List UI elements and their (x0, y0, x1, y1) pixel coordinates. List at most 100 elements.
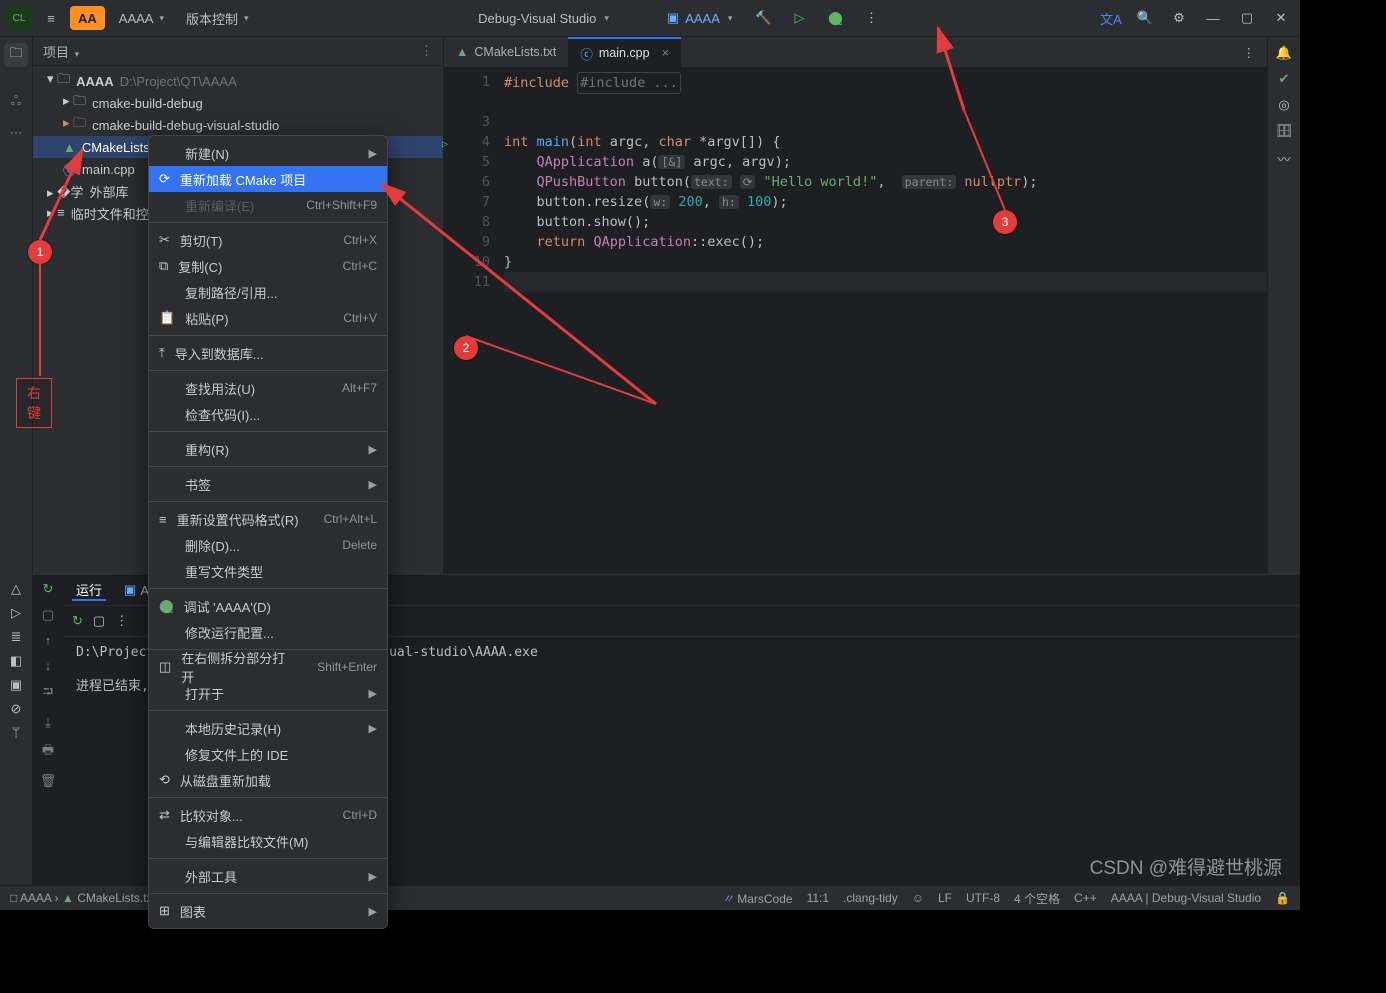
context-menu: 新建(N)▶ ⟳重新加载 CMake 项目 重新编译(E)Ctrl+Shift+… (148, 135, 388, 929)
down-icon[interactable]: ↓ (45, 658, 52, 673)
trash-icon[interactable]: 🗑 (40, 773, 57, 789)
root-name: AAAA (76, 74, 114, 89)
vcs-selector[interactable]: 版本控制▾ (178, 6, 257, 30)
hamburger-icon[interactable]: ≡ (38, 5, 64, 31)
menu-copy-path[interactable]: 复制路径/引用... (149, 279, 387, 305)
tree-label: cmake-build-debug (92, 96, 203, 111)
menu-reload-disk[interactable]: ⟲从磁盘重新加载 (149, 767, 387, 793)
menu-override[interactable]: 重写文件类型 (149, 558, 387, 584)
menu-bookmarks[interactable]: 书签▶ (149, 471, 387, 497)
menu-compare[interactable]: ⇄比较对象...Ctrl+D (149, 802, 387, 828)
indent[interactable]: 4 个空格 (1014, 890, 1060, 907)
menu-import-db[interactable]: ⤒导入到数据库... (149, 340, 387, 366)
inspection-ok-icon: ✔ (1279, 71, 1290, 87)
tab-cmakelists[interactable]: ▲CMakeLists.txt (444, 37, 568, 67)
wrap-icon[interactable]: ⮒ (43, 683, 53, 705)
menu-recompile: 重新编译(E)Ctrl+Shift+F9 (149, 192, 387, 218)
print-icon[interactable]: 🖶 (42, 741, 54, 763)
titlebar: CL ≡ AA AAAA▾ 版本控制▾ Debug-Visual Studio▾… (0, 0, 1300, 37)
run-tab-run[interactable]: 运行 (72, 580, 106, 601)
fold-include[interactable]: #include ... (577, 72, 681, 94)
encoding[interactable]: UTF-8 (966, 891, 1000, 905)
rerun-icon[interactable]: ↻ (43, 581, 54, 597)
tab-label: main.cpp (599, 46, 650, 60)
lock-icon[interactable]: 🔒 (1275, 891, 1290, 905)
inspect-icon[interactable]: ☺ (912, 891, 924, 905)
marscode-label[interactable]: 〃 MarsCode (722, 890, 793, 907)
settings-icon[interactable]: ⚙ (1166, 5, 1192, 31)
gutter: 1 3 ▷4 567891011 (444, 68, 498, 574)
up-icon[interactable]: ↑ (45, 633, 52, 648)
menu-compare-editor[interactable]: 与编辑器比较文件(M) (149, 828, 387, 854)
tab-main[interactable]: ⓒmain.cpp× (568, 37, 681, 67)
problems-icon[interactable]: ⊘ (11, 701, 22, 717)
tree-root[interactable]: ▾ 🗀AAAA D:\Project\QT\AAAA (33, 70, 443, 92)
list-icon[interactable]: ≣ (11, 629, 22, 645)
more2-icon[interactable]: ⋮ (115, 613, 128, 629)
rerun2-icon[interactable]: ↻ (72, 613, 83, 629)
translate-icon[interactable]: 文A (1098, 5, 1124, 31)
menu-edit-run[interactable]: 修改运行配置... (149, 619, 387, 645)
menu-refactor[interactable]: 重构(R)▶ (149, 436, 387, 462)
run-config-selector[interactable]: Debug-Visual Studio▾ (470, 6, 617, 30)
menu-diagrams[interactable]: ⊞图表▶ (149, 898, 387, 924)
terminal-icon[interactable]: ▣ (10, 677, 22, 693)
lang[interactable]: C++ (1074, 891, 1097, 905)
wave-icon[interactable]: 〰 (1277, 149, 1290, 168)
close-icon[interactable]: ✕ (1268, 5, 1294, 31)
menu-reformat[interactable]: ≡重新设置代码格式(R)Ctrl+Alt+L (149, 506, 387, 532)
breadcrumb[interactable]: □ AAAA › ▲ CMakeLists.txt (10, 891, 156, 905)
menu-delete[interactable]: 删除(D)...Delete (149, 532, 387, 558)
cmake-icon[interactable]: △ (11, 581, 21, 597)
run-icon[interactable]: ▷ (786, 5, 812, 31)
menu-find-usages[interactable]: 查找用法(U)Alt+F7 (149, 375, 387, 401)
build-icon[interactable]: 🔨 (750, 5, 776, 31)
project-name: AAAA (119, 11, 154, 26)
project-selector[interactable]: AAAA▾ (111, 6, 172, 30)
more-icon[interactable]: ⋮ (858, 5, 884, 31)
root-path: D:\Project\QT\AAAA (120, 74, 237, 89)
tree-item[interactable]: ▸ 🗀cmake-build-debug-visual-studio (33, 114, 443, 136)
menu-cut[interactable]: ✂剪切(T)Ctrl+X (149, 227, 387, 253)
context[interactable]: AAAA | Debug-Visual Studio (1111, 891, 1261, 905)
todo-icon[interactable]: ◧ (10, 653, 22, 669)
maximize-icon[interactable]: ▢ (1234, 5, 1260, 31)
menu-reload-cmake[interactable]: ⟳重新加载 CMake 项目 (149, 166, 387, 192)
git-icon[interactable]: ᛘ (12, 725, 20, 740)
line-ending[interactable]: LF (938, 891, 952, 905)
menu-copy[interactable]: ⧉复制(C)Ctrl+C (149, 253, 387, 279)
tree-item[interactable]: ▸ 🗀cmake-build-debug (33, 92, 443, 114)
run-tool-icon[interactable]: ▷ (11, 605, 21, 621)
more-tool-icon[interactable]: ⋯ (4, 121, 28, 145)
project-tool-icon[interactable]: 🗀 (4, 43, 28, 67)
menu-inspect[interactable]: 检查代码(I)... (149, 401, 387, 427)
target-selector[interactable]: ▣ AAAA▾ (659, 6, 741, 30)
target-label: AAAA (685, 11, 720, 26)
menu-open-right[interactable]: ◫在右侧拆分部分打开Shift+Enter (149, 654, 387, 680)
caret-pos[interactable]: 11:1 (807, 891, 829, 905)
menu-debug[interactable]: ⬤̫调试 'AAAA'(D) (149, 593, 387, 619)
scroll-icon[interactable]: ⤓ (45, 715, 51, 731)
menu-ext-tools[interactable]: 外部工具▶ (149, 863, 387, 889)
stop2-icon[interactable]: ▢ (93, 613, 105, 629)
menu-local-history[interactable]: 本地历史记录(H)▶ (149, 715, 387, 741)
debug-icon[interactable]: ⬤̫ (822, 5, 848, 31)
menu-new[interactable]: 新建(N)▶ (149, 140, 387, 166)
tree-label: cmake-build-debug-visual-studio (92, 118, 279, 133)
project-badge[interactable]: AA (70, 6, 105, 30)
ai-icon[interactable]: ◎ (1278, 97, 1289, 113)
stop-icon[interactable]: ▢ (42, 607, 54, 623)
db-icon[interactable]: 🗄 (1276, 123, 1293, 139)
tab-label: CMakeLists.txt (474, 45, 556, 59)
app-icon[interactable]: CL (6, 5, 32, 31)
code-editor[interactable]: 1 3 ▷4 567891011 #include #include ... i… (444, 68, 1267, 574)
search-icon[interactable]: 🔍 (1132, 5, 1158, 31)
tab-more-icon[interactable]: ⋮ (1231, 37, 1268, 67)
minimize-icon[interactable]: — (1200, 5, 1226, 31)
menu-paste[interactable]: 📋粘贴(P)Ctrl+V (149, 305, 387, 331)
notifications-icon[interactable]: 🔔 (1276, 45, 1292, 61)
right-tool-stripe: 🔔 ✔ ◎ 🗄 〰 (1267, 37, 1300, 574)
menu-repair-ide[interactable]: 修复文件上的 IDE (149, 741, 387, 767)
structure-tool-icon[interactable]: ஃ (4, 89, 28, 113)
analyzer[interactable]: .clang-tidy (843, 891, 898, 905)
